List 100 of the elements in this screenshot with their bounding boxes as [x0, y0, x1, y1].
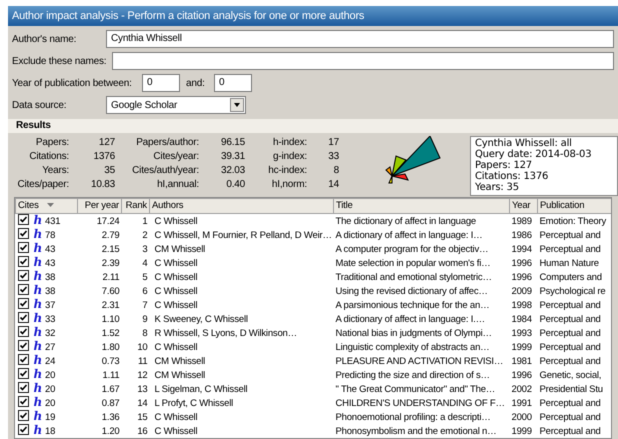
table-cell: Perceptual and	[540, 342, 601, 353]
table-cell: 33	[45, 314, 56, 326]
table-cell: Psychological re	[540, 286, 606, 297]
checkbox[interactable]	[18, 410, 28, 422]
table-cell: L Profyt, C Whissell	[154, 398, 234, 409]
table-cell: CHILDREN'S UNDERSTANDING OF F…	[336, 398, 505, 409]
table-cell: R Whissell, S Lyons, D Wilkinson…	[154, 328, 297, 339]
stat-value: 39.31	[220, 150, 246, 163]
stat-label: g-index:	[272, 150, 308, 163]
stat-label: Papers/author:	[135, 136, 200, 149]
author-name-field[interactable]: Cynthia Whissell	[106, 30, 614, 48]
table-cell: Computers and	[540, 272, 602, 283]
table-cell: 0.87	[102, 398, 120, 409]
table-cell: 9	[142, 314, 148, 325]
stat-value: 1376	[92, 150, 116, 163]
column-header[interactable]: Rank	[122, 198, 150, 214]
table-cell: 32	[45, 328, 56, 340]
h-index-icon: h	[34, 354, 42, 366]
table-cell: 1986	[512, 230, 532, 241]
h-index-icon: h	[34, 270, 42, 282]
data-source-dropdown[interactable]: Google Scholar	[106, 96, 246, 114]
h-index-icon: h	[34, 396, 42, 408]
checkbox[interactable]	[18, 256, 28, 268]
field-label: and:	[186, 76, 206, 90]
table-cell: CM Whissell	[154, 244, 206, 255]
checkbox[interactable]	[18, 242, 28, 254]
stat-label: Cites/paper:	[16, 178, 70, 191]
table-cell: 27	[45, 342, 56, 354]
table-cell: Using the revised dictionary of affec…	[336, 286, 488, 297]
table-cell: 1991	[512, 398, 532, 409]
title-bar: Author impact analysis - Perform a citation analysis for one or more authors	[8, 6, 618, 26]
stat-label: Cites/year:	[152, 150, 200, 163]
table-cell: 2.31	[102, 300, 120, 311]
table-cell: CM Whissell	[154, 370, 206, 381]
checkbox[interactable]	[18, 298, 28, 310]
table-cell: 0.73	[102, 356, 120, 367]
checkbox[interactable]	[18, 228, 28, 240]
h-index-icon: h	[34, 382, 42, 394]
h-index-icon: h	[34, 228, 42, 240]
table-cell: 17.24	[96, 216, 120, 227]
summary-line: Papers: 127	[475, 160, 533, 171]
table-cell: C Whissell	[154, 426, 198, 437]
table-cell: 7	[142, 300, 148, 311]
year-from-field[interactable]: 0	[142, 74, 180, 92]
checkbox[interactable]	[18, 214, 28, 226]
column-header[interactable]: Title	[334, 198, 510, 214]
stat-label: Papers:	[34, 136, 70, 149]
table-cell: 6	[142, 286, 148, 297]
table-cell: 1.11	[102, 370, 120, 381]
stat-value: 127	[98, 136, 116, 149]
table-cell: 431	[45, 216, 60, 228]
column-header[interactable]: Per year	[78, 198, 122, 214]
column-header[interactable]: Year	[510, 198, 538, 214]
table-cell: 38	[45, 286, 56, 298]
table-cell: A parsimonious technique for the an…	[336, 300, 490, 311]
h-index-icon: h	[34, 340, 42, 352]
table-cell: Perceptual and	[540, 426, 601, 437]
stat-label: hI,annual:	[156, 178, 200, 191]
column-header[interactable]: Publication	[538, 198, 611, 214]
table-cell: 1	[142, 216, 148, 227]
summary-line: Query date: 2014-08-03	[475, 149, 592, 160]
h-index-icon: h	[34, 284, 42, 296]
checkbox[interactable]	[18, 396, 28, 408]
table-cell: 2000	[512, 412, 532, 423]
table-cell: 7.60	[102, 286, 120, 297]
table-cell: Perceptual and	[540, 412, 601, 423]
checkbox[interactable]	[18, 382, 28, 394]
table-cell: Phonosymbolism and the emotional n…	[336, 426, 496, 437]
checkbox[interactable]	[18, 270, 28, 282]
checkbox[interactable]	[18, 424, 28, 436]
table-cell: Traditional and emotional stylometric…	[336, 272, 492, 283]
summary-line: Cynthia Whissell: all	[475, 138, 573, 149]
table-cell: 1996	[512, 370, 532, 381]
checkbox[interactable]	[18, 326, 28, 338]
table-cell: Predicting the size and direction of s…	[336, 370, 490, 381]
year-to-field[interactable]: 0	[214, 74, 252, 92]
checkbox[interactable]	[18, 312, 28, 324]
table-cell: A dictionary of affect in language: I.…	[336, 314, 485, 325]
table-cell: " The Great Communicator" and" The…	[336, 384, 496, 395]
table-cell: 1998	[512, 300, 532, 311]
checkbox[interactable]	[18, 284, 28, 296]
stat-label: Cites/auth/year:	[131, 164, 200, 177]
table-cell: Mate selection in popular women's fi…	[336, 258, 490, 269]
stat-value: 0.40	[225, 178, 246, 191]
table-cell: 38	[45, 272, 56, 284]
table-cell: 11	[138, 356, 148, 367]
stat-value: 14	[327, 178, 340, 191]
summary-line: Years: 35	[475, 182, 520, 193]
column-header[interactable]: Cites	[16, 198, 78, 214]
column-header[interactable]: Authors	[150, 198, 334, 214]
checkbox[interactable]	[18, 368, 28, 380]
table-cell: Presidential Stu	[540, 384, 603, 395]
exclude-names-field[interactable]	[112, 52, 614, 70]
checkbox[interactable]	[18, 354, 28, 366]
results-header: Results	[8, 119, 618, 133]
table-cell: Perceptual and	[540, 300, 601, 311]
checkbox[interactable]	[18, 340, 28, 352]
table-cell: 43	[45, 258, 56, 270]
table-cell: C Whissell	[154, 300, 198, 311]
table-cell: 24	[45, 356, 56, 368]
